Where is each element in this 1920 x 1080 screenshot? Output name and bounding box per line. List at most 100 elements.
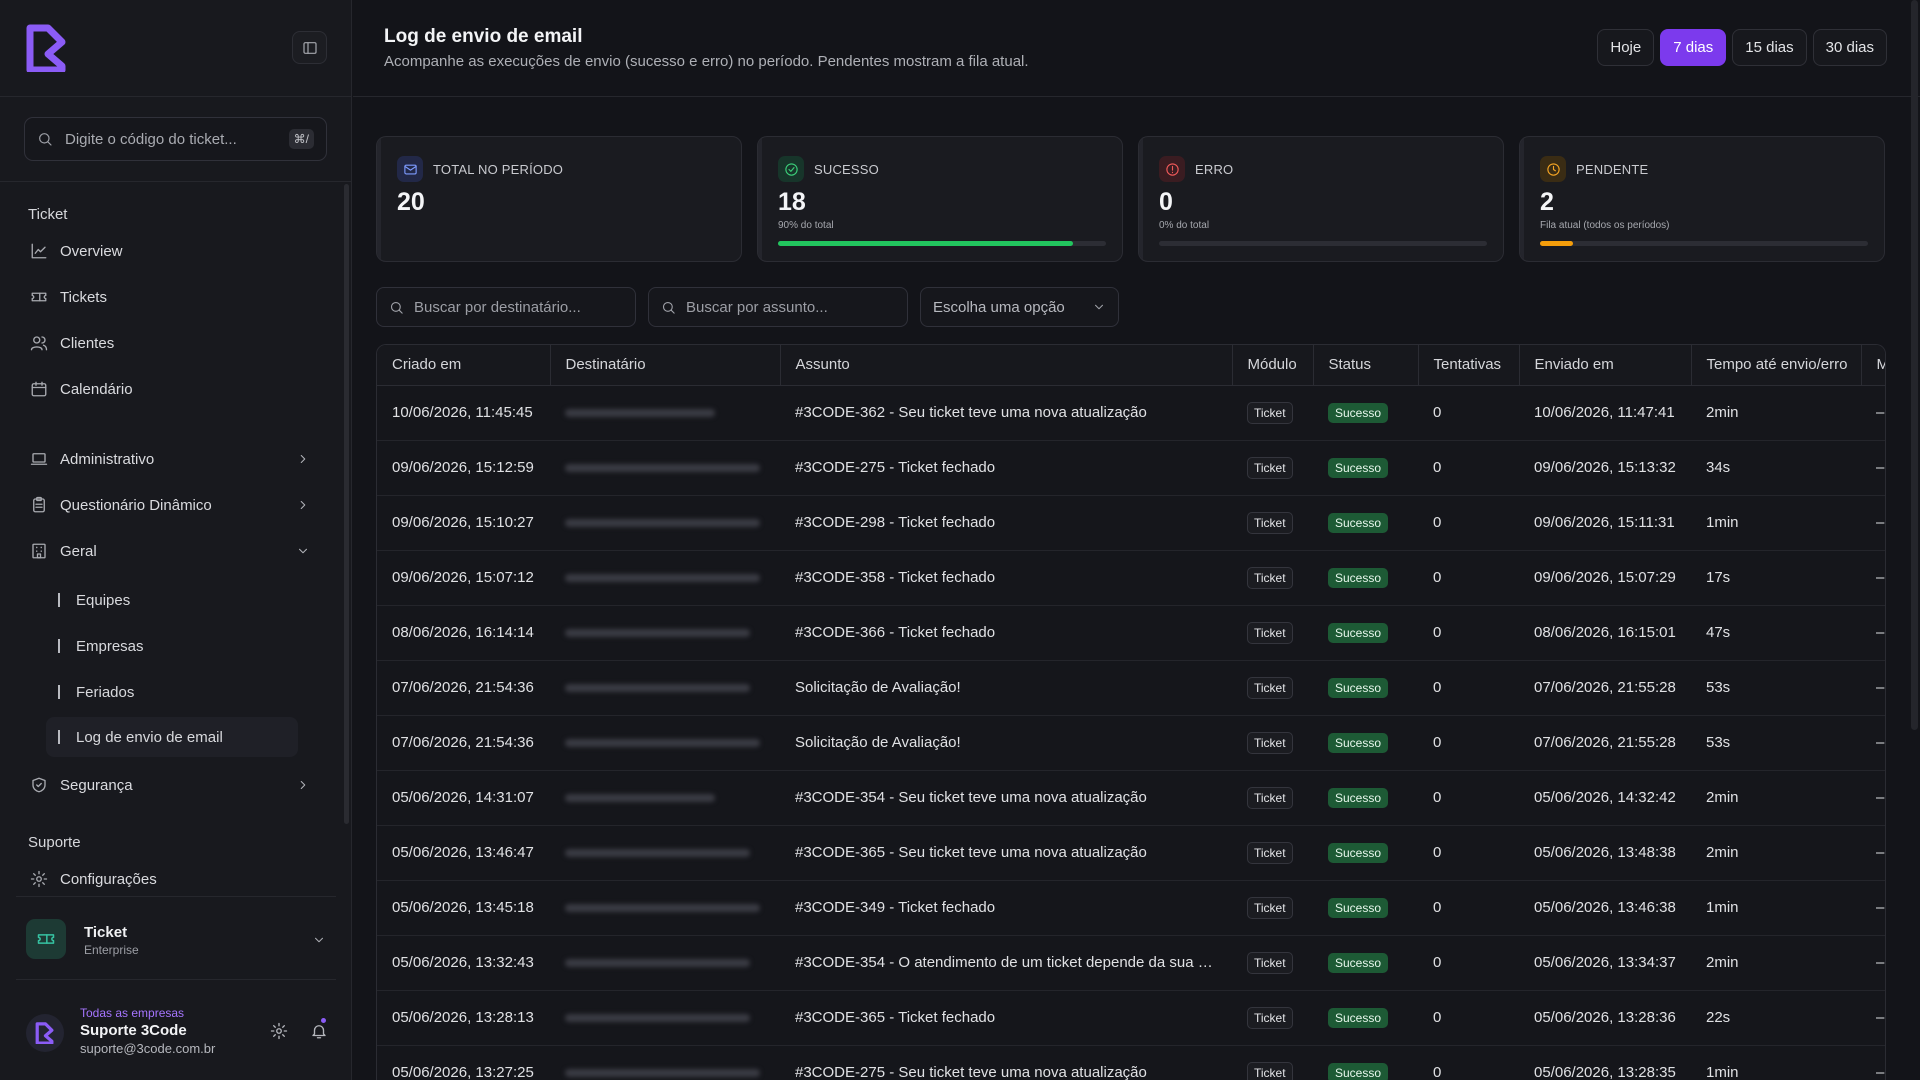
sidebar-item-overview[interactable]: Overview	[30, 234, 310, 268]
subject-search-input[interactable]: Buscar por assunto...	[648, 287, 908, 327]
cell-sent: 07/06/2026, 21:55:28	[1519, 715, 1691, 771]
cell-time: 22s	[1691, 990, 1861, 1046]
column-header-enviado-em[interactable]: Enviado em	[1519, 345, 1692, 386]
cell-extra: –	[1861, 825, 1885, 881]
cell-sent: 10/06/2026, 11:47:41	[1519, 385, 1691, 441]
column-header-modulo[interactable]: Módulo	[1232, 345, 1314, 386]
cell-attempts: 0	[1418, 550, 1519, 606]
cell-status: Sucesso	[1313, 770, 1418, 826]
column-header-tentativas[interactable]: Tentativas	[1418, 345, 1520, 386]
cell-status: Sucesso	[1313, 660, 1418, 716]
search-icon	[662, 301, 675, 314]
sidebar-item-geral[interactable]: Geral	[30, 534, 310, 568]
sidebar-scrollbar[interactable]	[344, 184, 349, 824]
cell-created: 05/06/2026, 13:28:13	[377, 990, 550, 1046]
sidebar-item-administrativo[interactable]: Administrativo	[30, 442, 310, 476]
cell-recipient-redacted	[550, 825, 780, 881]
progress-track	[778, 241, 1106, 246]
table-row[interactable]: 09/06/2026, 15:12:59 #3CODE-275 - Ticket …	[377, 440, 1885, 496]
sidebar-item-seguranca[interactable]: Segurança	[30, 768, 310, 802]
cell-extra: –	[1861, 1045, 1885, 1080]
table-row[interactable]: 07/06/2026, 21:54:36 Solicitação de Avali…	[377, 715, 1885, 771]
redacted-recipient	[565, 1069, 760, 1078]
range-button-hoje[interactable]: Hoje	[1597, 29, 1655, 66]
alert-circle-icon	[1159, 156, 1185, 182]
cell-subject: #3CODE-354 - Seu ticket teve uma nova at…	[780, 770, 1232, 826]
table-row[interactable]: 05/06/2026, 14:31:07 #3CODE-354 - Seu tic…	[377, 770, 1885, 826]
module-badge: Ticket	[1247, 1061, 1293, 1080]
table-row[interactable]: 09/06/2026, 15:10:27 #3CODE-298 - Ticket …	[377, 495, 1885, 551]
redacted-recipient	[565, 629, 750, 638]
cell-created: 07/06/2026, 21:54:36	[377, 660, 550, 716]
column-header-criado-em[interactable]: Criado em	[377, 345, 551, 386]
table-row[interactable]: 09/06/2026, 15:07:12 #3CODE-358 - Ticket …	[377, 550, 1885, 606]
cell-recipient-redacted	[550, 715, 780, 771]
card-note: 90% do total	[778, 220, 834, 231]
table-row[interactable]: 05/06/2026, 13:28:13 #3CODE-365 - Ticket …	[377, 990, 1885, 1046]
cell-module: Ticket	[1232, 825, 1313, 881]
sidebar-item-clientes[interactable]: Clientes	[30, 326, 310, 360]
page-subtitle: Acompanhe as execuções de envio (sucesso…	[384, 53, 1029, 70]
table-row[interactable]: 05/06/2026, 13:32:43 #3CODE-354 - O atend…	[377, 935, 1885, 991]
cell-extra: –	[1861, 605, 1885, 661]
bell-icon[interactable]	[310, 1022, 328, 1040]
range-button-15-dias[interactable]: 15 dias	[1732, 29, 1807, 66]
cell-status: Sucesso	[1313, 990, 1418, 1046]
sidebar-item-questionario[interactable]: Questionário Dinâmico	[30, 488, 310, 522]
table-row[interactable]: 05/06/2026, 13:27:25 #3CODE-275 - Seu tic…	[377, 1045, 1885, 1080]
redacted-recipient	[565, 464, 760, 473]
column-header-extra[interactable]: M	[1861, 345, 1885, 386]
table-row[interactable]: 10/06/2026, 11:45:45 #3CODE-362 - Seu tic…	[377, 385, 1885, 441]
sidebar-subitem-empresas[interactable]: Empresas	[46, 626, 298, 666]
cell-time: 17s	[1691, 550, 1861, 606]
cell-subject: #3CODE-365 - Seu ticket teve uma nova at…	[780, 825, 1232, 881]
cell-created: 05/06/2026, 13:45:18	[377, 880, 550, 936]
range-button-30-dias[interactable]: 30 dias	[1812, 29, 1887, 66]
cell-subject: #3CODE-349 - Ticket fechado	[780, 880, 1232, 936]
column-header-assunto[interactable]: Assunto	[780, 345, 1233, 386]
column-header-destinatario[interactable]: Destinatário	[550, 345, 781, 386]
table-row[interactable]: 05/06/2026, 13:46:47 #3CODE-365 - Seu tic…	[377, 825, 1885, 881]
range-button-7-dias[interactable]: 7 dias	[1660, 29, 1727, 66]
sidebar-item-configuracoes[interactable]: Configurações	[30, 862, 310, 896]
sidebar-subitem-feriados[interactable]: Feriados	[46, 672, 298, 712]
main-scrollbar[interactable]	[1911, 0, 1918, 730]
cell-subject: Solicitação de Avaliação!	[780, 715, 1232, 771]
status-select[interactable]: Escolha uma opção	[920, 287, 1119, 327]
sidebar-item-calendario[interactable]: Calendário	[30, 372, 310, 406]
table-row[interactable]: 05/06/2026, 13:45:18 #3CODE-349 - Ticket …	[377, 880, 1885, 936]
sidebar: Digite o código do ticket... ⌘/ Ticket O…	[0, 0, 352, 1080]
table-row[interactable]: 08/06/2026, 16:14:14 #3CODE-366 - Ticket …	[377, 605, 1885, 661]
column-header-status[interactable]: Status	[1313, 345, 1419, 386]
recipient-search-input[interactable]: Buscar por destinatário...	[376, 287, 636, 327]
cell-status: Sucesso	[1313, 385, 1418, 441]
subitem-indicator	[58, 639, 60, 653]
cell-sent: 05/06/2026, 13:28:35	[1519, 1045, 1691, 1080]
user-company[interactable]: Todas as empresas	[80, 1006, 184, 1020]
table-row[interactable]: 07/06/2026, 21:54:36 Solicitação de Avali…	[377, 660, 1885, 716]
avatar[interactable]	[26, 1014, 64, 1052]
redacted-recipient	[565, 904, 760, 913]
column-header-tempo[interactable]: Tempo até envio/erro	[1691, 345, 1862, 386]
laptop-icon	[30, 453, 48, 465]
cell-subject: #3CODE-365 - Ticket fechado	[780, 990, 1232, 1046]
ticket-search-input[interactable]: Digite o código do ticket... ⌘/	[24, 117, 327, 161]
sidebar-item-label: Questionário Dinâmico	[60, 496, 212, 514]
card-note: Fila atual (todos os períodos)	[1540, 220, 1670, 231]
cell-recipient-redacted	[550, 605, 780, 661]
sidebar-item-label: Equipes	[76, 591, 131, 609]
cell-sent: 08/06/2026, 16:15:01	[1519, 605, 1691, 661]
gear-icon[interactable]	[270, 1022, 288, 1040]
sidebar-subitem-equipes[interactable]: Equipes	[46, 580, 298, 620]
chevron-down-icon	[298, 548, 308, 554]
chevron-right-icon	[300, 780, 306, 790]
plan-switcher[interactable]: Ticket Enterprise	[16, 896, 336, 980]
sidebar-subitem-log-envio-email[interactable]: Log de envio de email	[46, 717, 298, 757]
sidebar-item-label: Feriados	[76, 683, 135, 701]
cell-module: Ticket	[1232, 715, 1313, 771]
sidebar-item-tickets[interactable]: Tickets	[30, 280, 310, 314]
sidebar-toggle-button[interactable]	[292, 31, 327, 64]
search-icon	[39, 133, 52, 146]
cell-status: Sucesso	[1313, 605, 1418, 661]
logo-icon[interactable]	[26, 24, 68, 72]
